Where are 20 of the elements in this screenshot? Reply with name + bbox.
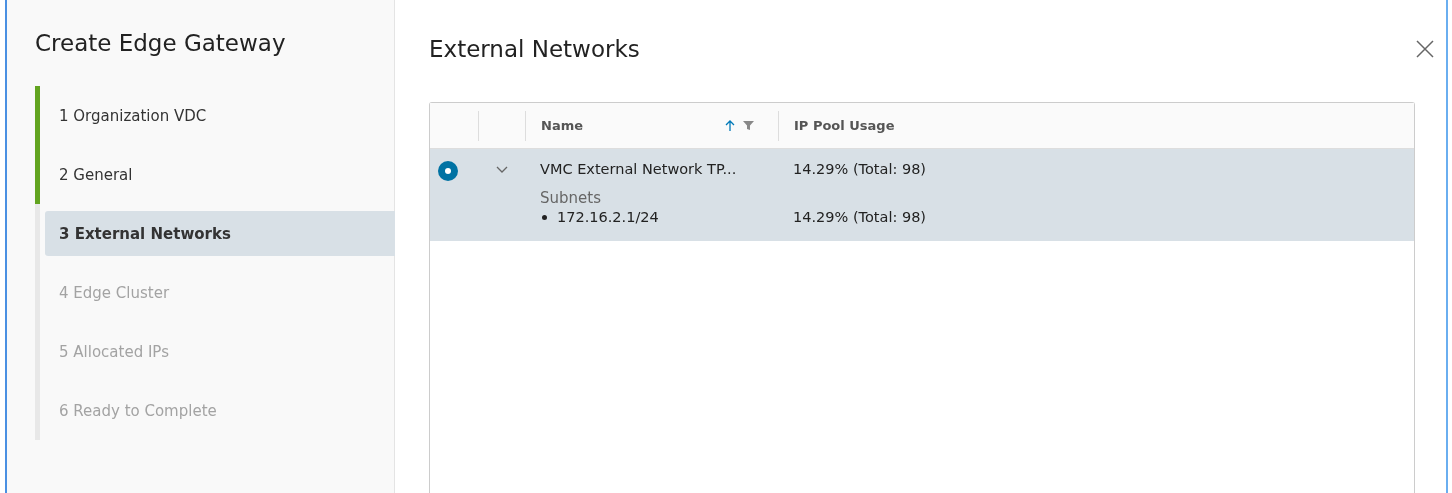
column-header[interactable]: Name: [541, 118, 583, 133]
sort-ascending-icon[interactable]: [725, 119, 735, 132]
wizard-step[interactable]: 1 Organization VDC: [45, 93, 395, 138]
column-header[interactable]: IP Pool Usage: [794, 118, 895, 133]
table-cell-text: VMC External Network TP...: [539, 161, 738, 179]
subnet-usage: 14.29% (Total: 98): [792, 209, 928, 225]
filter-icon[interactable]: [743, 120, 754, 131]
close-icon: [1416, 40, 1434, 58]
radio-button[interactable]: [438, 161, 458, 181]
table-cell-text: 14.29% (Total: 98): [792, 161, 928, 179]
table-row[interactable]: VMC External Network TP... 14.29% (Total: 98) Subnets 172.16.2.1/24 14.29% (Total: 98): [430, 149, 1414, 241]
close-button[interactable]: [1416, 40, 1434, 58]
bullet-icon: [542, 214, 547, 220]
wizard-step[interactable]: 3 External Networks: [45, 211, 395, 256]
detail-title: Subnets: [540, 189, 602, 207]
chevron-icon: [495, 166, 508, 174]
page-title: External Networks: [429, 36, 640, 62]
wizard-step[interactable]: 2 General: [45, 152, 395, 197]
wizard-title: Create Edge Gateway: [35, 30, 287, 56]
subnet-name: 172.16.2.1/24: [557, 209, 659, 225]
